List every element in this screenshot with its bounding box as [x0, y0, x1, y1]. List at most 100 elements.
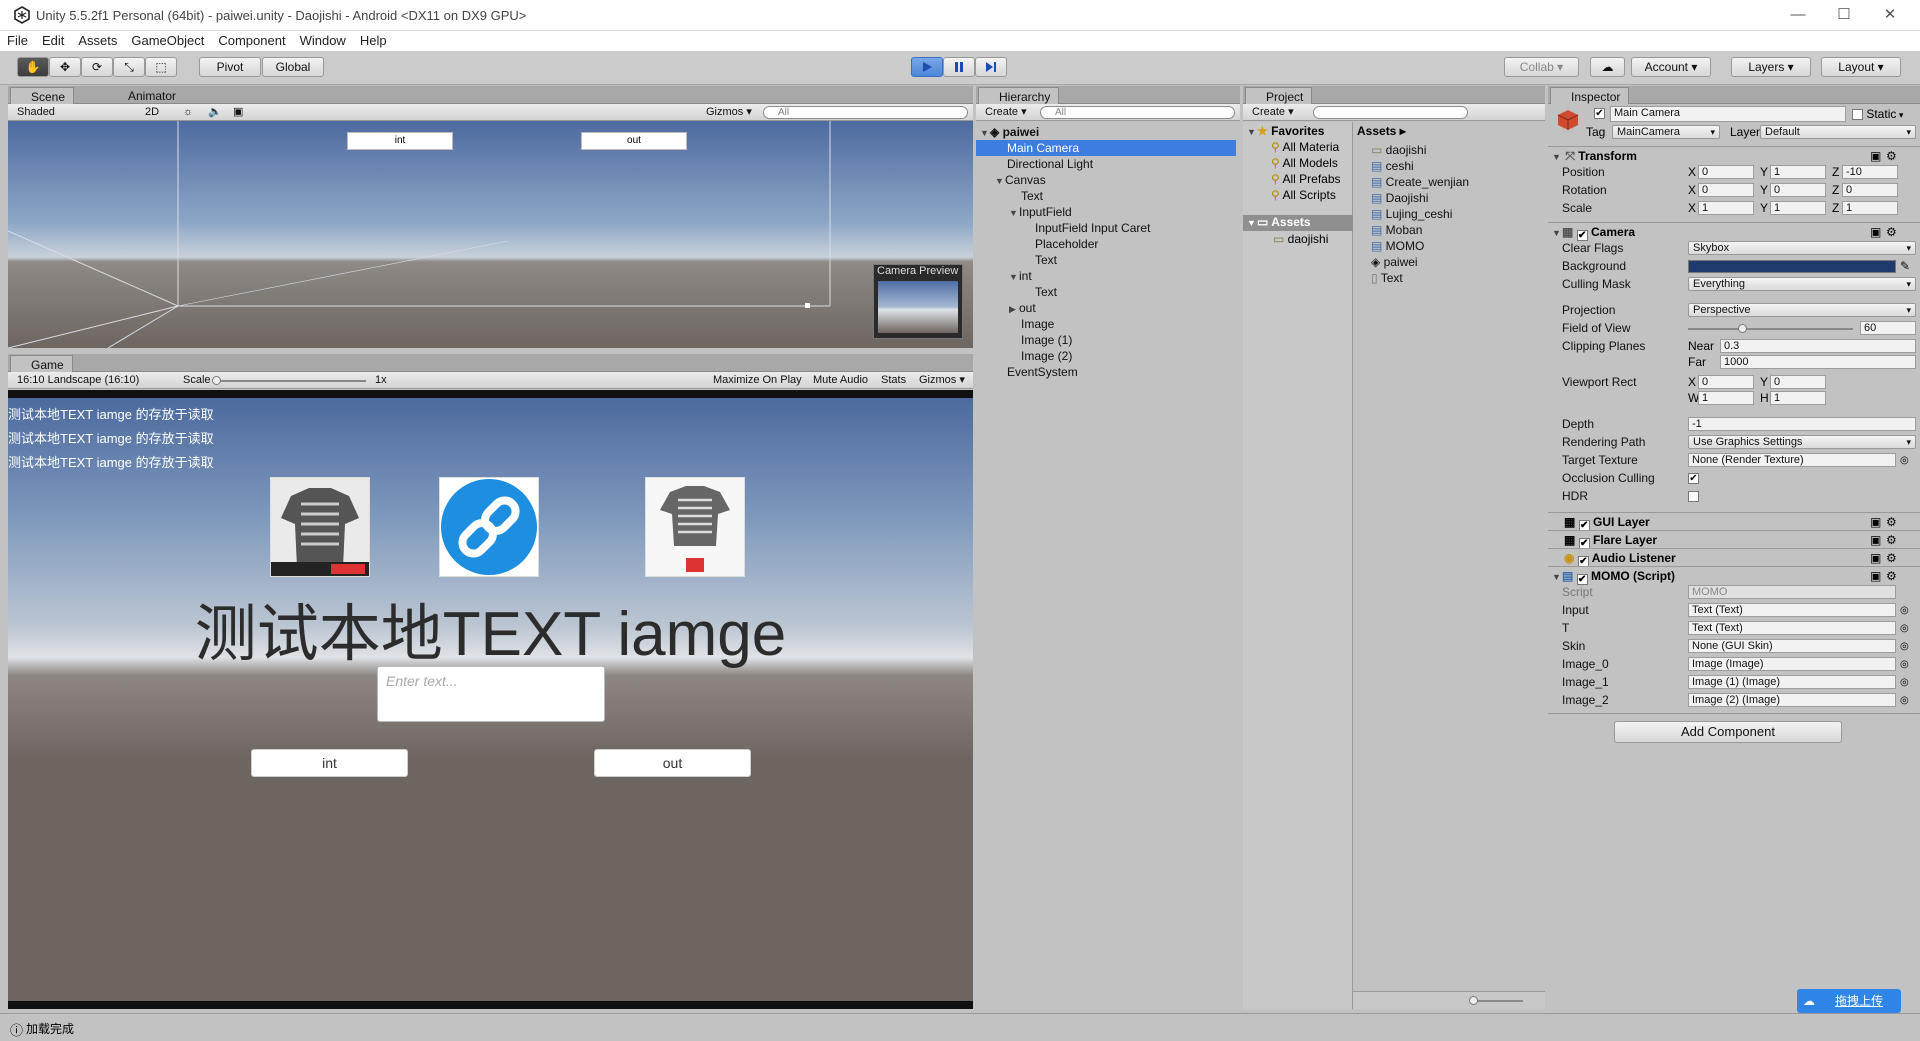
asset-script-lujing-ceshi[interactable]: ▤ Lujing_ceshi	[1371, 206, 1452, 222]
rotation-z-field[interactable]: 0	[1842, 183, 1898, 197]
favorite-all-models[interactable]: ⚲ All Models	[1271, 156, 1338, 170]
menu-edit[interactable]: Edit	[35, 31, 71, 48]
hdr-checkbox[interactable]	[1688, 491, 1699, 502]
menu-component[interactable]: Component	[211, 31, 292, 48]
game-viewport[interactable]: 测试本地TEXT iamge 的存放于读取 测试本地TEXT iamge 的存放…	[8, 398, 973, 1001]
out-button[interactable]: out	[594, 749, 751, 777]
asset-script-daojishi[interactable]: ▤ Daojishi	[1371, 190, 1428, 206]
projection-dropdown[interactable]: Perspective	[1688, 303, 1916, 317]
static-checkbox[interactable]	[1852, 109, 1863, 120]
scale-y-field[interactable]: 1	[1770, 201, 1826, 215]
fov-slider[interactable]	[1688, 328, 1853, 330]
aspect-dropdown[interactable]: 16:10 Landscape (16:10)	[12, 373, 172, 387]
hierarchy-item-int[interactable]: ▼int	[1009, 268, 1032, 284]
gear-icon[interactable]: ⚙	[1886, 531, 1897, 549]
stats-toggle[interactable]: Stats	[876, 373, 911, 387]
help-icon[interactable]: ▣	[1870, 531, 1881, 549]
object-picker-icon[interactable]: ◎	[1900, 620, 1909, 637]
menu-file[interactable]: File	[0, 31, 35, 48]
hierarchy-item-text[interactable]: Text	[1035, 284, 1057, 300]
menu-assets[interactable]: Assets	[71, 31, 124, 48]
gear-icon[interactable]: ⚙	[1886, 567, 1897, 585]
lighting-toggle-icon[interactable]: ☼	[178, 105, 198, 119]
scale-x-field[interactable]: 1	[1698, 201, 1754, 215]
effects-dropdown-icon[interactable]: ▣	[228, 105, 248, 119]
rotation-x-field[interactable]: 0	[1698, 183, 1754, 197]
help-icon[interactable]: ▣	[1870, 223, 1881, 241]
skin-ref-field[interactable]: None (GUI Skin)	[1688, 639, 1896, 653]
favorites-header[interactable]: ▼★ Favorites	[1247, 124, 1324, 138]
viewport-y-field[interactable]: 0	[1770, 375, 1826, 389]
viewport-h-field[interactable]: 1	[1770, 391, 1826, 405]
hierarchy-item-inputfield[interactable]: ▼InputField	[1009, 204, 1072, 220]
scale-z-field[interactable]: 1	[1842, 201, 1898, 215]
object-picker-icon[interactable]: ◎	[1900, 452, 1909, 469]
gear-icon[interactable]: ⚙	[1886, 549, 1897, 567]
assets-root-folder[interactable]: ▼▭ Assets	[1243, 215, 1353, 231]
gameobject-name-field[interactable]: Main Camera	[1610, 106, 1846, 122]
asset-scene-paiwei[interactable]: ◈ paiwei	[1371, 254, 1418, 270]
clear-flags-dropdown[interactable]: Skybox	[1688, 241, 1916, 255]
hierarchy-item-text[interactable]: Text	[1021, 188, 1043, 204]
step-button[interactable]	[975, 57, 1007, 77]
static-toggle[interactable]: Static ▾	[1852, 107, 1903, 121]
tab-inspector[interactable]: Inspector	[1550, 87, 1630, 104]
tab-game[interactable]: Game	[10, 355, 73, 372]
camera-component-header[interactable]: ▼▦ ✔ Camera ▣ ⚙	[1548, 222, 1920, 241]
hierarchy-item-canvas[interactable]: ▼Canvas	[995, 172, 1046, 188]
cloud-button[interactable]: ☁	[1590, 57, 1625, 77]
audio-listener-component-header[interactable]: ◉ ✔ Audio Listener ▣ ⚙	[1548, 548, 1920, 567]
image1-ref-field[interactable]: Image (1) (Image)	[1688, 675, 1896, 689]
asset-script-create-wenjian[interactable]: ▤ Create_wenjian	[1371, 174, 1469, 190]
asset-script-moban[interactable]: ▤ Moban	[1371, 222, 1422, 238]
tag-dropdown[interactable]: MainCamera	[1612, 125, 1720, 139]
far-field[interactable]: 1000	[1720, 355, 1916, 369]
account-dropdown[interactable]: Account ▾	[1631, 57, 1711, 77]
assets-child-folder[interactable]: ▭ daojishi	[1273, 232, 1328, 246]
asset-folder-daojishi[interactable]: ▭ daojishi	[1371, 142, 1426, 158]
icon-size-slider-thumb[interactable]	[1469, 996, 1478, 1005]
asset-file-text[interactable]: ▯ Text	[1371, 270, 1403, 286]
close-button[interactable]: ✕	[1880, 6, 1900, 24]
scene-gizmos-dropdown[interactable]: Gizmos ▾	[701, 105, 757, 119]
rotate-tool-button[interactable]: ⟳	[81, 57, 113, 77]
hierarchy-item-text[interactable]: Text	[1035, 252, 1057, 268]
hierarchy-item-image-2[interactable]: Image (2)	[1021, 348, 1072, 364]
play-button[interactable]	[911, 57, 943, 77]
layout-dropdown[interactable]: Layout ▾	[1821, 57, 1901, 77]
help-icon[interactable]: ▣	[1870, 567, 1881, 585]
text-input-field[interactable]: Enter text...	[377, 666, 605, 722]
game-gizmos-dropdown[interactable]: Gizmos ▾	[914, 373, 970, 387]
layer-dropdown[interactable]: Default	[1760, 125, 1916, 139]
gear-icon[interactable]: ⚙	[1886, 513, 1897, 531]
tab-animator[interactable]: Animator	[108, 87, 184, 104]
global-toggle[interactable]: Global	[262, 57, 324, 77]
scale-slider-thumb[interactable]	[212, 376, 221, 385]
hierarchy-item-out[interactable]: ▶ out	[1009, 300, 1036, 316]
pivot-toggle[interactable]: Pivot	[199, 57, 261, 77]
icon-size-slider[interactable]	[1473, 1000, 1523, 1002]
tab-project[interactable]: Project	[1245, 87, 1313, 104]
fov-slider-thumb[interactable]	[1738, 324, 1747, 333]
depth-field[interactable]: -1	[1688, 417, 1916, 431]
culling-mask-dropdown[interactable]: Everything	[1688, 277, 1916, 291]
favorite-all-prefabs[interactable]: ⚲ All Prefabs	[1271, 172, 1341, 186]
hierarchy-item-eventsystem[interactable]: EventSystem	[1007, 364, 1078, 380]
2d-toggle[interactable]: 2D	[140, 105, 164, 119]
scale-slider[interactable]	[216, 380, 366, 382]
object-picker-icon[interactable]: ◎	[1900, 638, 1909, 655]
scene-root[interactable]: ▼◈ paiwei	[980, 124, 1039, 140]
hierarchy-create-dropdown[interactable]: Create ▾	[980, 105, 1032, 119]
t-ref-field[interactable]: Text (Text)	[1688, 621, 1896, 635]
viewport-w-field[interactable]: 1	[1698, 391, 1754, 405]
scale-tool-button[interactable]: ⤡	[113, 57, 145, 77]
image0-ref-field[interactable]: Image (Image)	[1688, 657, 1896, 671]
hand-tool-button[interactable]: ✋	[17, 57, 49, 77]
object-picker-icon[interactable]: ◎	[1900, 656, 1909, 673]
shading-dropdown[interactable]: Shaded	[12, 105, 132, 119]
project-breadcrumb[interactable]: Assets ▸	[1357, 124, 1406, 138]
momo-script-component-header[interactable]: ▼▤ ✔ MOMO (Script) ▣ ⚙	[1548, 566, 1920, 585]
help-icon[interactable]: ▣	[1870, 513, 1881, 531]
gui-layer-component-header[interactable]: ▦ ✔ GUI Layer ▣ ⚙	[1548, 512, 1920, 531]
transform-component-header[interactable]: ▼ ⤧ Transform ▣ ⚙	[1548, 146, 1920, 164]
